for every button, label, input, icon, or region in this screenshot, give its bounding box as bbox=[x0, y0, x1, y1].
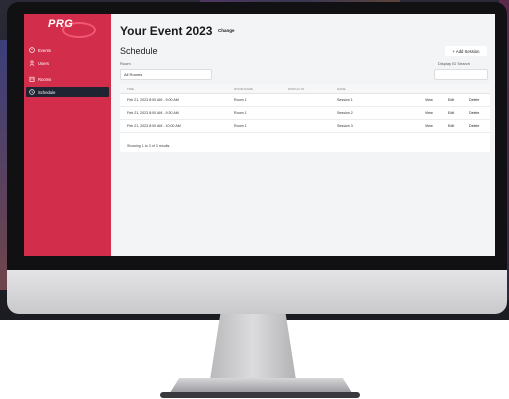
prg-logo[interactable]: PRG bbox=[46, 18, 96, 38]
column-header-time: TIME bbox=[127, 87, 135, 91]
page-title: Schedule bbox=[120, 46, 158, 56]
room-filter-select[interactable]: All Rooms bbox=[120, 69, 212, 80]
column-header-room-name: ROOM NAME bbox=[234, 87, 253, 91]
display-id-search-label: Display ID Search bbox=[437, 61, 470, 66]
change-event-button[interactable]: Change bbox=[218, 28, 235, 33]
edit-button[interactable]: Edit bbox=[448, 124, 454, 128]
cell-room: Room 1 bbox=[234, 124, 247, 128]
cell-room: Room 1 bbox=[234, 98, 247, 102]
monitor-base-shadow bbox=[160, 392, 360, 398]
schedule-table: TIME ROOM NAME DISPLAY ID NAME Feb 21, 2… bbox=[120, 84, 490, 152]
column-header-display-id: DISPLAY ID bbox=[288, 87, 305, 91]
user-icon bbox=[29, 60, 35, 66]
sidebar-item-label: Events bbox=[38, 47, 51, 53]
cell-room: Room 1 bbox=[234, 111, 247, 115]
sidebar-nav: Events Users Rooms Schedule bbox=[26, 45, 109, 100]
monitor-chin bbox=[7, 270, 507, 314]
calendar-icon bbox=[29, 47, 35, 53]
table-row: Feb 21, 2023 8:00 AM - 10:00 AM Room 1 S… bbox=[120, 119, 490, 133]
delete-button[interactable]: Delete bbox=[469, 111, 479, 115]
sidebar: PRG Events Users Rooms Schedule bbox=[24, 14, 111, 256]
table-row: Feb 21, 2023 8:00 AM - 9:30 AM Room 1 Se… bbox=[120, 106, 490, 120]
app-screen: PRG Events Users Rooms Schedule Your Eve… bbox=[24, 14, 495, 256]
main-content: Your Event 2023 Change Schedule + Add Se… bbox=[120, 14, 490, 256]
pagination-summary: Showing 1 to 3 of 3 results. bbox=[127, 144, 171, 148]
room-filter-label: Room bbox=[120, 61, 131, 66]
delete-button[interactable]: Delete bbox=[469, 98, 479, 102]
event-title: Your Event 2023 bbox=[120, 24, 213, 38]
edit-button[interactable]: Edit bbox=[448, 98, 454, 102]
view-button[interactable]: View bbox=[425, 111, 433, 115]
cell-time: Feb 21, 2023 8:00 AM - 9:00 AM bbox=[127, 98, 179, 102]
sidebar-item-rooms[interactable]: Rooms bbox=[26, 74, 109, 84]
sidebar-item-label: Schedule bbox=[38, 89, 56, 95]
sidebar-item-users[interactable]: Users bbox=[26, 58, 109, 68]
sidebar-item-label: Users bbox=[38, 60, 49, 66]
cell-name: Session 3 bbox=[337, 124, 353, 128]
building-icon bbox=[29, 76, 35, 82]
cell-time: Feb 21, 2023 8:00 AM - 10:00 AM bbox=[127, 124, 181, 128]
cell-name: Session 1 bbox=[337, 98, 353, 102]
logo-text: PRG bbox=[48, 18, 74, 30]
add-session-button[interactable]: + Add Session bbox=[445, 46, 487, 56]
sidebar-item-events[interactable]: Events bbox=[26, 45, 109, 55]
display-id-search-input[interactable] bbox=[434, 69, 488, 80]
edit-button[interactable]: Edit bbox=[448, 111, 454, 115]
delete-button[interactable]: Delete bbox=[469, 124, 479, 128]
clock-icon bbox=[29, 89, 35, 95]
cell-name: Session 2 bbox=[337, 111, 353, 115]
sidebar-item-label: Rooms bbox=[38, 76, 52, 82]
table-row: Feb 21, 2023 8:00 AM - 9:00 AM Room 1 Se… bbox=[120, 93, 490, 107]
monitor-stand bbox=[210, 314, 296, 380]
view-button[interactable]: View bbox=[425, 98, 433, 102]
view-button[interactable]: View bbox=[425, 124, 433, 128]
column-header-name: NAME bbox=[337, 87, 346, 91]
sidebar-item-schedule[interactable]: Schedule bbox=[26, 87, 109, 97]
cell-time: Feb 21, 2023 8:00 AM - 9:30 AM bbox=[127, 111, 179, 115]
